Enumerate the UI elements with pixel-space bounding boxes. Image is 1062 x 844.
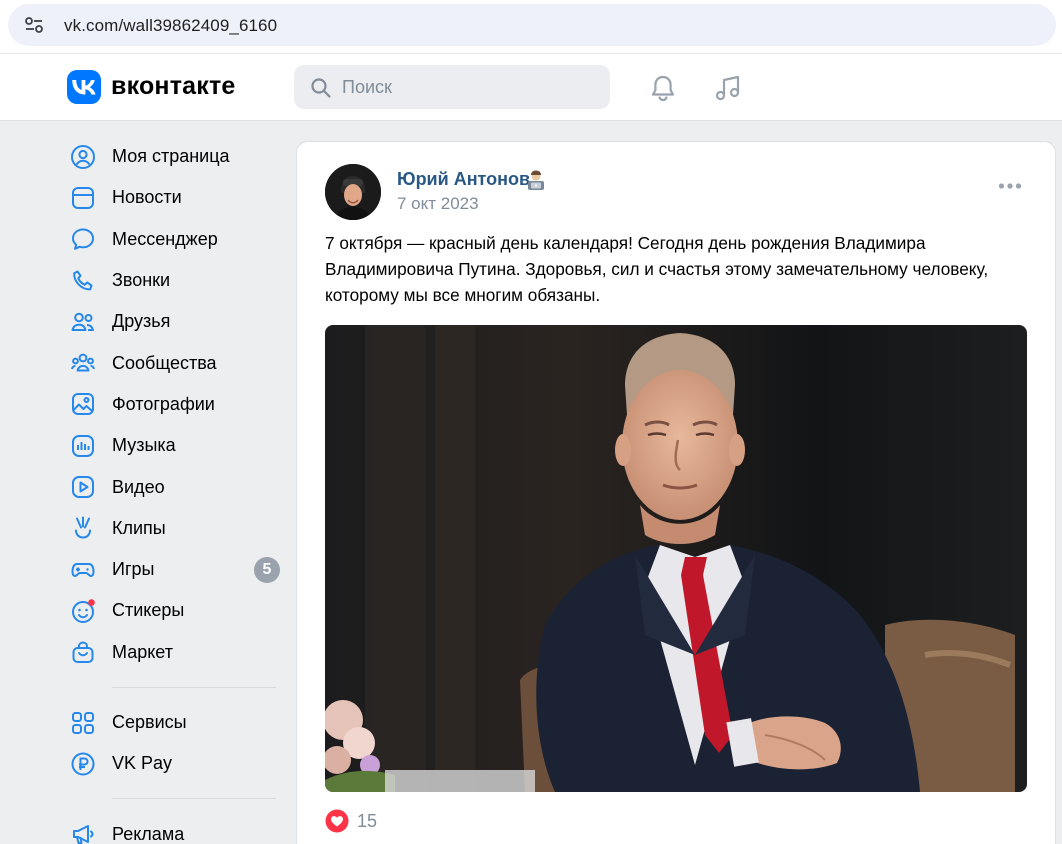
search-icon (311, 78, 331, 98)
user-circle-icon (71, 144, 95, 169)
sidebar-item-label: Друзья (112, 311, 171, 332)
browser-toolbar: vk.com/wall39862409_6160 (0, 0, 1062, 54)
search-box[interactable] (294, 65, 610, 109)
post-text: 7 октября — красный день календаря! Сего… (325, 233, 989, 305)
search-input[interactable] (342, 65, 598, 109)
sidebar-item-my-page[interactable]: Моя страница (60, 136, 286, 177)
sidebar-item-communities[interactable]: Сообщества (60, 342, 286, 383)
sidebar-item-news[interactable]: Новости (60, 177, 286, 218)
music-note-icon[interactable] (713, 73, 743, 103)
video-icon (72, 476, 94, 499)
sidebar-item-clips[interactable]: Клипы (60, 508, 286, 549)
sidebar-item-friends[interactable]: Друзья (60, 301, 286, 342)
message-bubble-icon (72, 228, 94, 251)
heart-icon (325, 809, 349, 833)
gamepad-icon (71, 562, 95, 577)
sidebar-item-ads[interactable]: Реклама (60, 813, 286, 844)
sidebar-item-photos[interactable]: Фотографии (60, 384, 286, 425)
site-settings-icon[interactable] (24, 16, 44, 34)
sidebar-item-messenger[interactable]: Мессенджер (60, 219, 286, 260)
post-photo[interactable] (325, 325, 1027, 792)
sidebar-item-label: Звонки (112, 270, 171, 291)
sidebar-item-market[interactable]: Маркет (60, 632, 286, 673)
sidebar-item-label: Сервисы (112, 712, 187, 732)
communities-icon (71, 353, 95, 372)
sidebar-item-label: Сообщества (112, 352, 217, 373)
sidebar-item-label: VK Pay (112, 753, 173, 774)
sidebar-item-label: Мессенджер (112, 228, 218, 249)
music-icon (72, 434, 94, 457)
sidebar-item-label: Новости (112, 187, 182, 208)
more-options-icon[interactable] (998, 182, 1022, 190)
brand-name[interactable]: вконтакте (111, 72, 236, 101)
sidebar-item-label: Клипы (112, 517, 166, 538)
vk-logo-icon[interactable] (67, 70, 101, 104)
site-header: вконтакте (0, 54, 1062, 121)
market-bag-icon (72, 641, 94, 664)
sidebar-item-video[interactable]: Видео (60, 466, 286, 507)
news-icon (72, 186, 94, 209)
sidebar-item-stickers[interactable]: Стикеры (60, 590, 286, 631)
sidebar-divider (112, 686, 276, 688)
sidebar-item-label: Музыка (112, 435, 176, 456)
megaphone-icon (73, 825, 94, 844)
clips-icon (75, 516, 91, 539)
left-sidebar: Моя страница Новости Мессенджер Звонки Д… (60, 136, 286, 844)
sidebar-divider (112, 798, 276, 800)
sidebar-item-label: Игры (112, 559, 155, 580)
wall-post: Юрий Антонов 7 окт 2023 7 октября — крас… (296, 141, 1056, 844)
sidebar-item-label: Фотографии (112, 393, 215, 414)
photo-icon (72, 393, 94, 416)
like-button[interactable]: 15 (325, 808, 377, 834)
friends-icon (71, 312, 94, 331)
sidebar-item-services[interactable]: Сервисы (60, 702, 286, 743)
sidebar-item-calls[interactable]: Звонки (60, 260, 286, 301)
bell-icon[interactable] (648, 73, 678, 103)
phone-icon (73, 270, 93, 290)
games-counter-badge: 5 (254, 556, 280, 583)
sticker-icon (72, 599, 95, 623)
sidebar-item-label: Стикеры (112, 600, 185, 621)
sidebar-item-vk-pay[interactable]: VK Pay (60, 743, 286, 784)
ruble-icon (71, 752, 95, 776)
sidebar-item-label: Маркет (112, 641, 173, 662)
url-text[interactable]: vk.com/wall39862409_6160 (64, 16, 277, 36)
sidebar-item-games[interactable]: Игры 5 (60, 549, 286, 590)
services-grid-icon (72, 711, 94, 734)
sidebar-item-label: Реклама (112, 823, 185, 844)
technologist-emoji-icon (528, 170, 544, 190)
post-author-name[interactable]: Юрий Антонов (397, 169, 530, 190)
sidebar-item-label: Моя страница (112, 146, 230, 167)
like-count: 15 (357, 810, 378, 831)
post-date[interactable]: 7 окт 2023 (397, 194, 479, 214)
sidebar-item-label: Видео (112, 476, 165, 497)
sidebar-item-music[interactable]: Музыка (60, 425, 286, 466)
address-bar[interactable]: vk.com/wall39862409_6160 (8, 4, 1056, 46)
author-avatar[interactable] (325, 164, 381, 220)
